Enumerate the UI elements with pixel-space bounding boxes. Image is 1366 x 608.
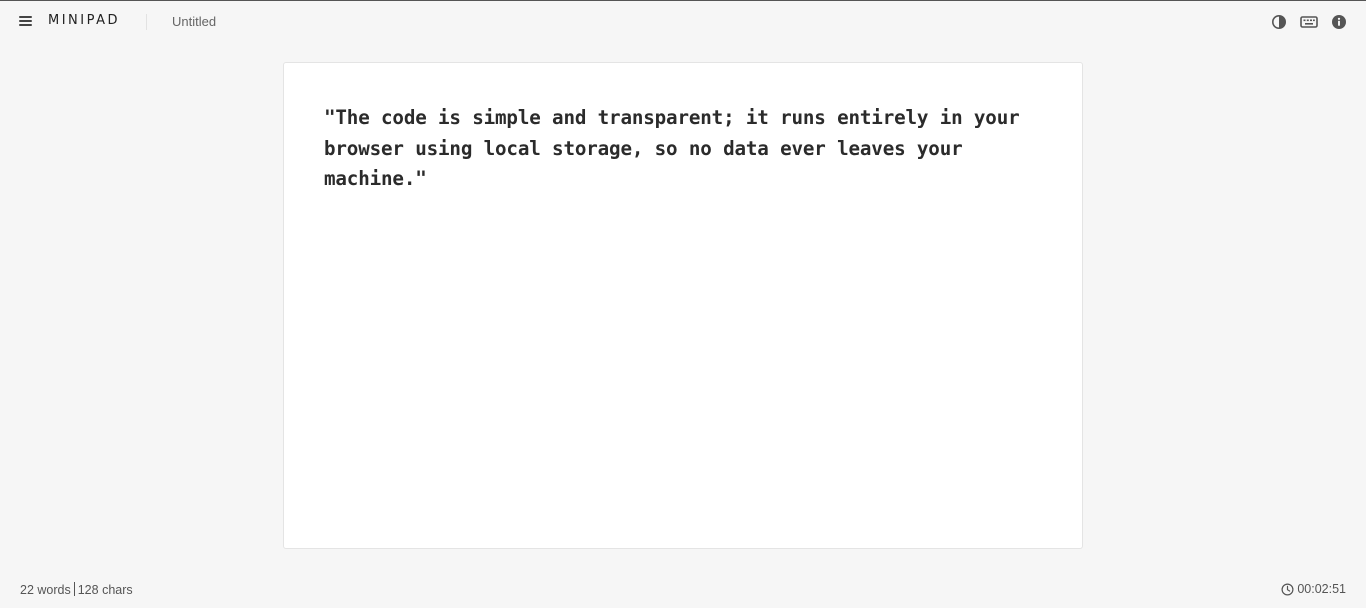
session-timer: 00:02:51 xyxy=(1281,582,1346,596)
keyboard-icon[interactable] xyxy=(1300,14,1318,30)
contrast-icon[interactable] xyxy=(1271,14,1287,30)
stats-divider xyxy=(73,582,75,596)
word-count-status: 22 words 128 chars xyxy=(20,582,133,597)
editor-panel[interactable]: "The code is simple and transparent; it … xyxy=(283,62,1083,549)
app-logo: MINIPAD xyxy=(48,13,121,28)
hamburger-menu-icon[interactable] xyxy=(19,14,33,28)
top-bar: MINIPAD Untitled xyxy=(0,1,1366,43)
info-icon[interactable] xyxy=(1331,14,1347,30)
timer-value: 00:02:51 xyxy=(1297,582,1346,596)
clock-icon xyxy=(1281,582,1294,596)
document-title[interactable]: Untitled xyxy=(172,14,216,29)
editor-text[interactable]: "The code is simple and transparent; it … xyxy=(324,103,1044,195)
char-count: 128 chars xyxy=(77,583,133,597)
word-count: 22 words xyxy=(20,583,71,597)
header-divider xyxy=(146,14,147,30)
